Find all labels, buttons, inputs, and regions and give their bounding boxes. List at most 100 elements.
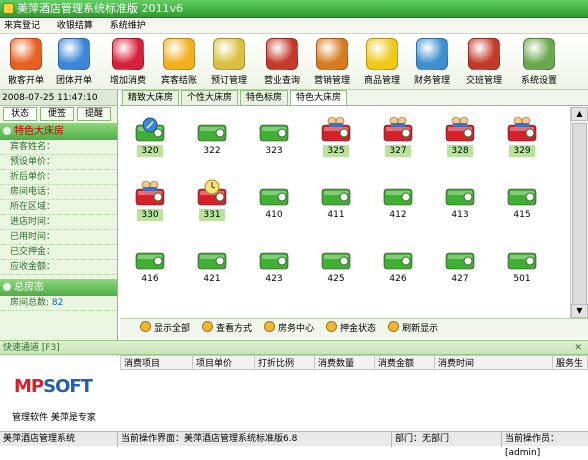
room-325[interactable]: 325: [308, 111, 364, 165]
view-mode-button[interactable]: 查看方式: [202, 324, 252, 334]
room-413[interactable]: 413: [432, 175, 488, 229]
room-330[interactable]: 330: [122, 175, 178, 229]
left-tabs: 状态 便签 提醒: [0, 107, 117, 123]
tab-room-type-2[interactable]: 个性大床房: [181, 90, 239, 105]
col-item[interactable]: 消费项目: [120, 355, 193, 370]
room-number: 501: [513, 274, 531, 284]
app-icon: [3, 3, 14, 14]
room-415[interactable]: 415: [494, 175, 550, 229]
room-number: 427: [451, 274, 469, 284]
room-number: 416: [141, 274, 159, 284]
tab-room-type-3[interactable]: 特色标房: [240, 90, 289, 105]
info-row: 宾客姓名：: [0, 140, 117, 155]
gear-icon: [523, 38, 555, 70]
col-discount[interactable]: 打折比例: [254, 355, 315, 370]
toolbar-label: 营销管理: [313, 76, 350, 86]
toolbar-button-9[interactable]: 财务管理: [408, 38, 456, 86]
housekeeping-button[interactable]: 房务中心: [264, 324, 314, 334]
info-row: 进店时间：: [0, 215, 117, 230]
clock-icon: [213, 38, 245, 70]
toolbar-button-5[interactable]: 预订管理: [205, 38, 253, 86]
room-occupied-icon: [506, 115, 538, 143]
title-bar: 美萍酒店管理系统标准版 2011v6: [0, 0, 588, 18]
room-occupied-icon: [134, 179, 166, 207]
status-app: 美萍酒店管理系统: [0, 432, 118, 447]
room-412[interactable]: 412: [370, 175, 426, 229]
room-411[interactable]: 411: [308, 175, 364, 229]
room-number: 329: [509, 145, 535, 157]
toolbar-button-4[interactable]: 宾客结账: [155, 38, 203, 86]
room-total: 房间总数: 82: [0, 296, 117, 311]
info-row: 折后单价：: [0, 170, 117, 185]
col-waiter[interactable]: 服务生: [552, 355, 588, 370]
menu-billing[interactable]: 收银结算: [57, 21, 93, 31]
room-423[interactable]: 423: [246, 239, 302, 293]
room-327[interactable]: 327: [370, 111, 426, 165]
room-number: 421: [203, 274, 221, 284]
room-vacant-icon: [382, 179, 414, 207]
room-501[interactable]: 501: [494, 239, 550, 293]
toolbar-button-1[interactable]: 散客开单: [2, 38, 50, 86]
toolbar-button-2[interactable]: 团体开单: [50, 38, 98, 86]
room-427[interactable]: 427: [432, 239, 488, 293]
room-421[interactable]: 421: [184, 239, 240, 293]
window-title: 美萍酒店管理系统标准版 2011v6: [17, 2, 183, 15]
room-410[interactable]: 410: [246, 175, 302, 229]
exit-icon: [468, 38, 500, 70]
col-price[interactable]: 项目单价: [192, 355, 255, 370]
toolbar-button-7[interactable]: 营销管理: [308, 38, 356, 86]
room-number: 327: [385, 145, 411, 157]
room-vacant-icon: [258, 179, 290, 207]
room-426[interactable]: 426: [370, 239, 426, 293]
room-vacant-icon: [196, 243, 228, 271]
room-416[interactable]: 416: [122, 239, 178, 293]
col-quantity[interactable]: 消费数量: [314, 355, 375, 370]
close-icon[interactable]: ✕: [574, 341, 582, 355]
info-row: 预设单价：: [0, 155, 117, 170]
room-425[interactable]: 425: [308, 239, 364, 293]
tab-notes[interactable]: 便签: [40, 107, 74, 121]
room-vacant-icon: [320, 179, 352, 207]
col-time[interactable]: 消费时间: [434, 355, 553, 370]
room-331[interactable]: 331: [184, 175, 240, 229]
mpsoft-logo: MPSOFT: [14, 376, 93, 397]
room-vacant-icon: [444, 179, 476, 207]
room-329[interactable]: 329: [494, 111, 550, 165]
room-grid-scrollbar[interactable]: ▲ ▼: [570, 107, 588, 318]
room-320[interactable]: 320: [122, 111, 178, 165]
toolbar-button-10[interactable]: 交班管理: [460, 38, 508, 86]
show-all-button[interactable]: 显示全部: [140, 324, 190, 334]
tab-status[interactable]: 状态: [3, 107, 37, 121]
room-323[interactable]: 323: [246, 111, 302, 165]
room-322[interactable]: 322: [184, 111, 240, 165]
room-vacant-icon: [258, 243, 290, 271]
room-number: 423: [265, 274, 283, 284]
status-operator: 当前操作员：[admin]: [505, 434, 560, 458]
scroll-down-icon[interactable]: ▼: [571, 304, 588, 318]
room-number: 413: [451, 210, 469, 220]
toolbar-button-11[interactable]: 系统设置: [515, 38, 563, 86]
menu-system[interactable]: 系统维护: [110, 21, 146, 31]
room-vacant-icon: [382, 243, 414, 271]
toolbar-button-6[interactable]: 营业查询: [258, 38, 306, 86]
toolbar-label: 增加消费: [109, 76, 146, 86]
room-328[interactable]: 328: [432, 111, 488, 165]
quick-channel-bar[interactable]: 快速通道 [F3] ✕: [0, 340, 588, 355]
toolbar-label: 宾客结账: [160, 76, 197, 86]
toolbar-button-3[interactable]: 增加消费: [104, 38, 152, 86]
toolbar-button-8[interactable]: 商品管理: [358, 38, 406, 86]
col-amount[interactable]: 消费金额: [374, 355, 435, 370]
deposit-status-button[interactable]: 押金状态: [326, 324, 376, 334]
money-icon: [163, 38, 195, 70]
room-section-header: 特色大床房: [0, 123, 117, 140]
room-number: 323: [265, 146, 283, 156]
scroll-thumb[interactable]: [572, 123, 587, 313]
refresh-button[interactable]: 刷新显示: [388, 324, 438, 334]
tab-room-type-1[interactable]: 精致大床房: [122, 90, 180, 105]
menu-checkin[interactable]: 来宾登记: [4, 21, 40, 31]
info-row: 已用时间：: [0, 230, 117, 245]
scroll-up-icon[interactable]: ▲: [571, 107, 588, 121]
tab-room-type-4[interactable]: 特色大床房: [290, 90, 348, 105]
room-grid: 320 322 323 325 327 328 329 330 331 410 411 412 413 4…: [120, 107, 570, 318]
tab-reminder[interactable]: 提醒: [77, 107, 111, 121]
